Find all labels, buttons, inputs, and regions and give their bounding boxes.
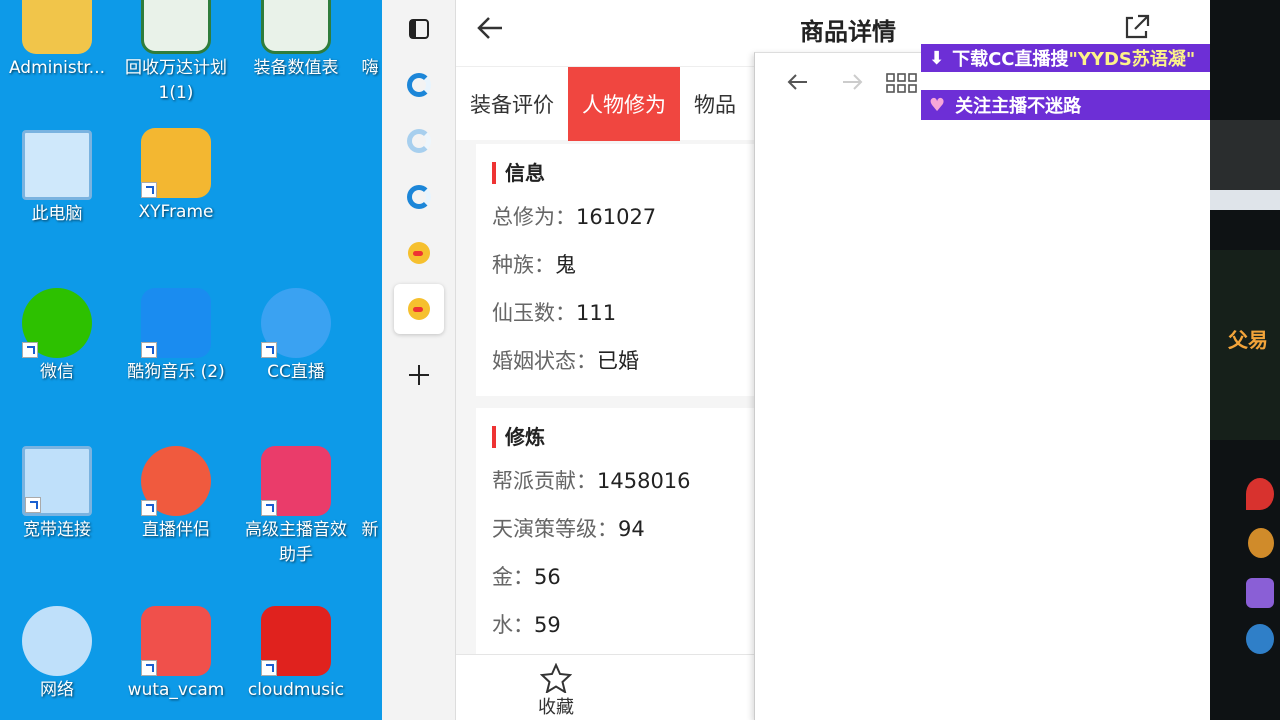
excel-file-icon (141, 0, 211, 54)
excel-file-icon (261, 0, 331, 54)
cloudmusic-icon (261, 606, 331, 676)
external-link-icon (1125, 14, 1150, 39)
app-header (456, 0, 756, 66)
tab-items[interactable]: 物品 (680, 67, 750, 141)
desktop-icon-broadband[interactable]: 宽带连接 (0, 446, 116, 543)
desktop-icon-administrator[interactable]: Administr... (0, 0, 116, 81)
arrow-right-icon (843, 74, 863, 90)
desktop-icon-kugou[interactable]: 酷狗音乐 (2) (117, 288, 235, 385)
cultivation-row: 水：59 (492, 613, 561, 637)
kugou-music-icon (141, 288, 211, 358)
water-skill-icon[interactable] (1246, 624, 1274, 654)
network-globe-icon (22, 606, 92, 676)
desktop-icon-cc-live[interactable]: CC直播 (237, 288, 355, 385)
tab-actions-icon (409, 19, 429, 39)
desktop-icon-excel-1[interactable]: 回收万达计划1(1) (117, 0, 235, 106)
arrow-left-icon (477, 17, 502, 39)
arrow-left-icon (787, 74, 807, 90)
desktop-icon-audio-assistant[interactable]: 高级主播音效助手 (237, 446, 355, 568)
star-icon (539, 662, 573, 695)
edge-icon (407, 129, 431, 153)
desktop-icon-xyframe[interactable]: XYFrame (117, 128, 235, 225)
grid-icon (886, 73, 917, 93)
cultivation-card: 修炼 帮派贡献：1458016 天演策等级：94 金：56 水：59 (476, 408, 756, 658)
popup-back-button[interactable] (785, 69, 811, 99)
page-title: 商品详情 (800, 18, 896, 46)
browser-tab-5-active[interactable] (394, 284, 444, 334)
desktop-icon-cloudmusic[interactable]: cloudmusic (237, 606, 355, 703)
desktop-icon-excel-2[interactable]: 装备数值表 (237, 0, 355, 81)
desktop: Administr... 回收万达计划1(1) 装备数值表 嗨 此电脑 XYFr… (0, 0, 382, 720)
chick-favicon-icon (408, 298, 430, 320)
network-connection-icon (22, 446, 92, 516)
heart-icon: ♥ (929, 94, 946, 116)
xyframe-app-icon (141, 128, 211, 198)
browser-tab-3[interactable] (394, 172, 444, 222)
bottom-bar: 收藏 (456, 654, 756, 720)
browser-tab-2[interactable] (394, 116, 444, 166)
audio-assistant-icon (261, 446, 331, 516)
cc-live-icon (261, 288, 331, 358)
share-button[interactable] (1122, 12, 1156, 46)
game-window-strip: 父易 (1210, 0, 1280, 720)
cultivation-row: 金：56 (492, 565, 561, 589)
cultivation-row: 帮派贡献：1458016 (492, 469, 691, 493)
live-companion-icon (141, 446, 211, 516)
computer-icon (22, 130, 92, 200)
browser-tab-strip (382, 0, 456, 720)
desktop-icon-partial-2[interactable]: 新 (355, 446, 382, 543)
cultivation-card-title: 修炼 (492, 426, 740, 448)
info-card: 信息 总修为：161027 种族：鬼 仙玉数：111 婚姻状态：已婚 (476, 144, 756, 396)
cultivation-row: 天演策等级：94 (492, 517, 645, 541)
wuta-vcam-icon (141, 606, 211, 676)
tab-character-cultivation[interactable]: 人物修为 (568, 67, 680, 141)
follow-banner: ♥ 关注主播不迷路 (921, 90, 1242, 120)
download-banner: ⬇ 下载CC直播搜 "YYDS苏语凝" (921, 44, 1242, 72)
info-row: 种族：鬼 (492, 253, 576, 277)
desktop-icon-live-companion[interactable]: 直播伴侣 (117, 446, 235, 543)
chick-favicon-icon (408, 242, 430, 264)
wind-skill-icon[interactable] (1248, 528, 1274, 558)
edge-icon (407, 185, 431, 209)
grid-button[interactable] (885, 71, 919, 99)
browser-tab-1[interactable] (394, 60, 444, 110)
detail-tabs: 装备评价 人物修为 物品 (456, 66, 756, 141)
user-folder-icon (22, 0, 92, 54)
desktop-icon-this-pc[interactable]: 此电脑 (0, 130, 116, 227)
tab-actions-button[interactable] (394, 4, 444, 54)
game-text: 父易 (1228, 328, 1268, 352)
plus-icon (409, 365, 429, 385)
info-row: 婚姻状态：已婚 (492, 349, 639, 373)
info-row: 仙玉数：111 (492, 301, 617, 325)
desktop-icon-wechat[interactable]: 微信 (0, 288, 116, 385)
tab-equipment-rating[interactable]: 装备评价 (456, 67, 568, 141)
edge-icon (407, 73, 431, 97)
favorite-button[interactable]: 收藏 (528, 662, 584, 719)
fire-skill-icon[interactable] (1246, 478, 1274, 510)
popup-forward-button[interactable] (839, 69, 865, 99)
desktop-icon-network[interactable]: 网络 (0, 606, 116, 703)
product-detail-page: 装备评价 人物修为 物品 信息 总修为：161027 种族：鬼 仙玉数：111 … (456, 0, 756, 720)
wechat-icon (22, 288, 92, 358)
desktop-icon-partial[interactable]: 嗨 (355, 0, 382, 81)
browser-tab-4[interactable] (394, 228, 444, 278)
new-tab-button[interactable] (394, 350, 444, 400)
viewer-popup (754, 52, 1210, 720)
back-button[interactable] (474, 12, 514, 48)
download-icon: ⬇ (929, 47, 945, 69)
info-card-title: 信息 (492, 162, 740, 184)
desktop-icon-wuta-vcam[interactable]: wuta_vcam (117, 606, 235, 703)
blade-skill-icon[interactable] (1246, 578, 1274, 608)
info-row: 总修为：161027 (492, 205, 657, 229)
